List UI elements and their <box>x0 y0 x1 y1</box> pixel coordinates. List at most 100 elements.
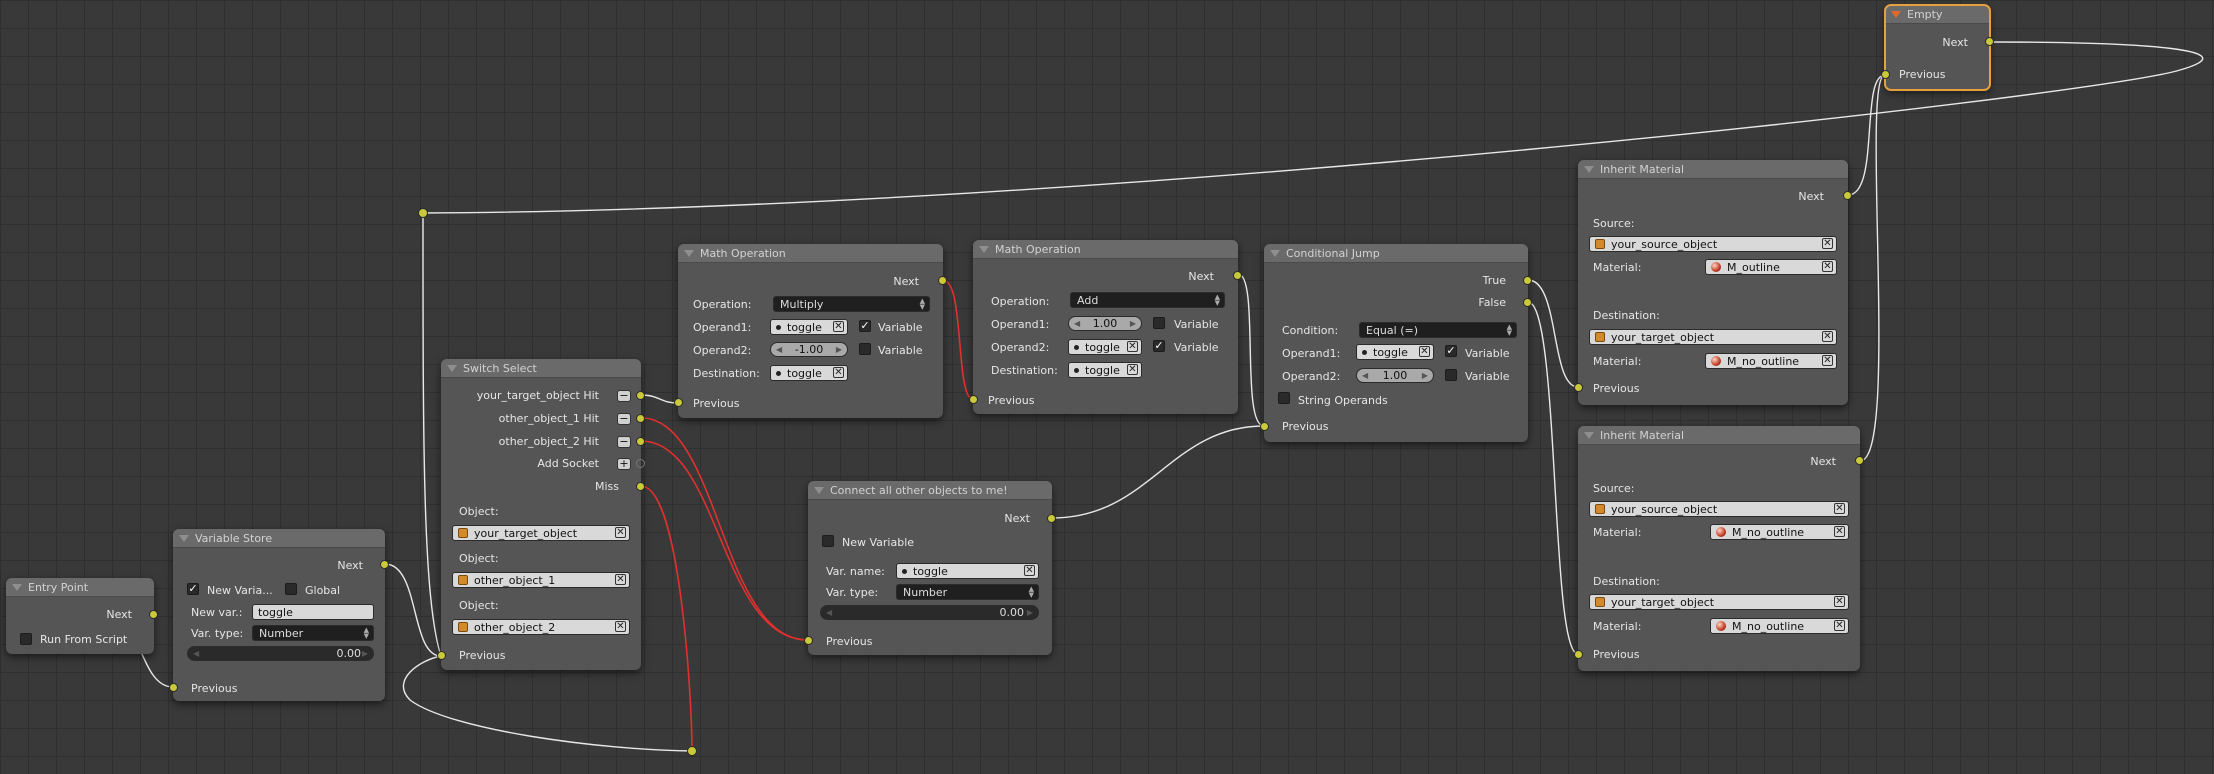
node-header[interactable]: Math Operation <box>678 244 943 263</box>
clear-icon[interactable]: ✕ <box>1822 261 1833 272</box>
decrement-icon[interactable]: ◀ <box>1074 319 1080 328</box>
node-header[interactable]: Empty <box>1885 5 1990 24</box>
remove-socket-button[interactable]: − <box>617 390 631 402</box>
node-conditional-jump[interactable]: Conditional Jump True False Condition: E… <box>1260 244 1532 442</box>
socket-previous-in[interactable] <box>1881 70 1890 79</box>
remove-socket-button[interactable]: − <box>617 413 631 425</box>
decrement-icon[interactable]: ◀ <box>776 345 782 354</box>
node-connect-objects[interactable]: Connect all other objects to me! Next Ne… <box>804 481 1056 655</box>
add-socket-button[interactable]: + <box>617 458 631 470</box>
increment-icon[interactable]: ▶ <box>1130 319 1136 328</box>
new-variable-checkbox[interactable]: ✓ <box>187 583 199 595</box>
increment-icon[interactable]: ▶ <box>836 345 842 354</box>
collapse-icon[interactable] <box>1584 431 1594 439</box>
node-math-operation-1[interactable]: Math Operation Next Operation: Multiply ▲… <box>674 244 947 418</box>
socket-next-out[interactable] <box>1047 514 1056 523</box>
clear-icon[interactable]: ✕ <box>833 321 844 332</box>
operand2-field[interactable]: toggle ✕ <box>1068 339 1142 355</box>
material1-field[interactable]: M_no_outline ✕ <box>1710 524 1849 540</box>
collapse-icon[interactable] <box>1270 249 1280 257</box>
socket-next-out[interactable] <box>1985 37 1994 46</box>
operand1-variable-checkbox[interactable]: ✓ <box>1445 345 1457 357</box>
material2-field[interactable]: M_no_outline ✕ <box>1705 353 1837 369</box>
decrement-icon[interactable]: ◀ <box>193 649 199 658</box>
socket-previous-in[interactable] <box>437 651 446 660</box>
socket-true-out[interactable] <box>1523 276 1532 285</box>
socket-miss-out[interactable] <box>636 482 645 491</box>
new-variable-checkbox[interactable] <box>822 535 834 547</box>
operand2-variable-checkbox[interactable]: ✓ <box>1153 340 1165 352</box>
clear-icon[interactable]: ✕ <box>1822 238 1833 249</box>
var-name-field[interactable]: toggle ✕ <box>896 563 1039 579</box>
object2-field[interactable]: other_object_1 ✕ <box>452 572 630 588</box>
socket-next-out[interactable] <box>938 276 947 285</box>
run-from-script-checkbox[interactable] <box>20 633 32 645</box>
operand1-field[interactable]: toggle ✕ <box>770 319 848 335</box>
object1-field[interactable]: your_target_object ✕ <box>452 525 630 541</box>
socket-hit2-out[interactable] <box>636 414 645 423</box>
destination-object-field[interactable]: your_target_object ✕ <box>1589 594 1849 610</box>
operand2-variable-checkbox[interactable] <box>859 343 871 355</box>
socket-previous-in[interactable] <box>674 398 683 407</box>
string-operands-checkbox[interactable] <box>1278 392 1290 404</box>
operand2-variable-checkbox[interactable] <box>1445 369 1457 381</box>
clear-icon[interactable]: ✕ <box>1127 364 1138 375</box>
clear-icon[interactable]: ✕ <box>615 621 626 632</box>
clear-icon[interactable]: ✕ <box>1834 526 1845 537</box>
clear-icon[interactable]: ✕ <box>1834 596 1845 607</box>
collapse-icon[interactable] <box>684 249 694 257</box>
destination-object-field[interactable]: your_target_object ✕ <box>1589 329 1837 345</box>
destination-field[interactable]: toggle ✕ <box>1068 362 1142 378</box>
operand1-number-field[interactable]: ◀ 1.00 ▶ <box>1068 316 1142 331</box>
node-header[interactable]: Entry Point <box>6 578 154 597</box>
value-number-field[interactable]: ◀ 0.00 ▶ <box>820 605 1039 620</box>
socket-hit3-out[interactable] <box>636 437 645 446</box>
clear-icon[interactable]: ✕ <box>615 527 626 538</box>
node-inherit-material-1[interactable]: Inherit Material Next Source: your_sourc… <box>1574 160 1852 405</box>
node-variable-store[interactable]: Variable Store Next ✓ New Varia... Globa… <box>169 529 389 701</box>
socket-previous-in[interactable] <box>1260 422 1269 431</box>
clear-icon[interactable]: ✕ <box>1822 331 1833 342</box>
clear-icon[interactable]: ✕ <box>1127 341 1138 352</box>
socket-next-out[interactable] <box>1855 456 1864 465</box>
node-inherit-material-2[interactable]: Inherit Material Next Source: your_sourc… <box>1574 426 1864 671</box>
value-number-field[interactable]: ◀ 0.00 ▶ <box>187 646 374 661</box>
material2-field[interactable]: M_no_outline ✕ <box>1710 618 1849 634</box>
node-math-operation-2[interactable]: Math Operation Next Operation: Add ▲ ▼ Ope… <box>969 240 1242 414</box>
new-var-input[interactable]: toggle <box>252 604 374 620</box>
socket-previous-in[interactable] <box>1574 383 1583 392</box>
source-object-field[interactable]: your_source_object ✕ <box>1589 501 1849 517</box>
global-checkbox[interactable] <box>285 583 297 595</box>
clear-icon[interactable]: ✕ <box>1024 565 1035 576</box>
node-header[interactable]: Inherit Material <box>1578 160 1848 179</box>
operand1-field[interactable]: toggle ✕ <box>1356 344 1434 360</box>
decrement-icon[interactable]: ◀ <box>826 608 832 617</box>
collapse-icon[interactable] <box>1584 165 1594 173</box>
operand2-number-field[interactable]: ◀ -1.00 ▶ <box>770 342 848 357</box>
socket-next-out[interactable] <box>149 610 158 619</box>
socket-previous-in[interactable] <box>804 636 813 645</box>
object3-field[interactable]: other_object_2 ✕ <box>452 619 630 635</box>
clear-icon[interactable]: ✕ <box>615 574 626 585</box>
socket-next-out[interactable] <box>1233 271 1242 280</box>
operand1-variable-checkbox[interactable]: ✓ <box>859 320 871 332</box>
node-entry-point[interactable]: Entry Point Next Run From Script <box>6 578 158 654</box>
socket-next-out[interactable] <box>380 560 389 569</box>
increment-icon[interactable]: ▶ <box>1027 608 1033 617</box>
increment-icon[interactable]: ▶ <box>1422 371 1428 380</box>
socket-false-out[interactable] <box>1523 298 1532 307</box>
decrement-icon[interactable]: ◀ <box>1362 371 1368 380</box>
clear-icon[interactable]: ✕ <box>833 367 844 378</box>
node-header[interactable]: Switch Select <box>441 359 641 378</box>
node-header[interactable]: Math Operation <box>973 240 1238 259</box>
collapse-icon[interactable] <box>979 245 989 253</box>
collapse-icon[interactable] <box>814 486 824 494</box>
destination-field[interactable]: toggle ✕ <box>770 365 848 381</box>
node-header[interactable]: Conditional Jump <box>1264 244 1528 263</box>
remove-socket-button[interactable]: − <box>617 436 631 448</box>
socket-previous-in[interactable] <box>1574 650 1583 659</box>
collapse-icon[interactable] <box>447 364 457 372</box>
operand2-number-field[interactable]: ◀ 1.00 ▶ <box>1356 368 1434 383</box>
node-header[interactable]: Inherit Material <box>1578 426 1860 445</box>
operation-select[interactable]: Add ▲ ▼ <box>1070 292 1225 308</box>
